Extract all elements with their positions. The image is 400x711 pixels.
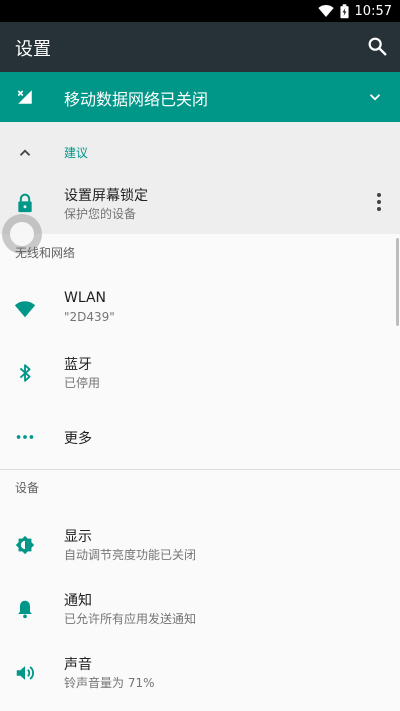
bluetooth-icon [19, 364, 31, 382]
settings-item-display[interactable]: 显示 自动调节亮度功能已关闭 [0, 512, 400, 576]
wifi-icon [317, 5, 334, 17]
item-subtitle: 自动调节亮度功能已关闭 [64, 548, 197, 562]
mobile-data-banner[interactable]: 移动数据网络已关闭 [0, 72, 400, 122]
suggestion-header: 建议 [64, 146, 89, 160]
app-bar: 设置 [0, 22, 400, 72]
page-title: 设置 [15, 39, 51, 60]
settings-item-more[interactable]: 更多 [0, 404, 400, 468]
suggestion-card: 建议 设置屏幕锁定 保护您的设备 [0, 122, 400, 234]
more-horiz-icon [16, 435, 34, 439]
brightness-icon [15, 535, 35, 555]
chevron-up-icon[interactable] [16, 144, 34, 162]
search-icon[interactable] [366, 35, 388, 57]
item-title: 蓝牙 [64, 357, 92, 373]
item-subtitle: 已停用 [64, 376, 101, 390]
scrollbar[interactable] [396, 238, 399, 326]
volume-icon [16, 666, 34, 680]
item-title: WLAN [64, 290, 107, 306]
item-subtitle: 已允许所有应用发送通知 [64, 612, 197, 626]
battery-icon [339, 3, 349, 18]
status-icons: 10:57 [317, 3, 392, 19]
section-header-device: 设备 [15, 481, 40, 495]
item-title: 显示 [64, 529, 92, 545]
item-subtitle: "2D439" [64, 310, 115, 324]
settings-item-wlan[interactable]: WLAN "2D439" [0, 276, 400, 340]
suggestion-title[interactable]: 设置屏幕锁定 [64, 185, 148, 205]
banner-title: 移动数据网络已关闭 [64, 90, 209, 109]
lock-icon [18, 193, 32, 213]
suggestion-subtitle: 保护您的设备 [64, 207, 137, 221]
settings-item-notifications[interactable]: 通知 已允许所有应用发送通知 [0, 576, 400, 640]
section-divider [0, 469, 400, 470]
more-vert-icon[interactable] [372, 192, 386, 212]
item-subtitle: 铃声音量为 71% [64, 676, 155, 690]
item-title: 通知 [64, 593, 92, 609]
chevron-down-icon[interactable] [366, 88, 384, 106]
item-title: 更多 [64, 431, 92, 447]
status-bar: 10:57 [0, 0, 400, 22]
mobile-data-off-icon [17, 90, 32, 104]
settings-item-bluetooth[interactable]: 蓝牙 已停用 [0, 340, 400, 404]
bell-icon [18, 600, 32, 619]
section-header-wireless: 无线和网络 [15, 246, 76, 260]
status-time: 10:57 [354, 3, 392, 19]
item-title: 声音 [64, 657, 92, 673]
settings-item-sound[interactable]: 声音 铃声音量为 71% [0, 640, 400, 704]
wifi-icon [14, 301, 36, 318]
